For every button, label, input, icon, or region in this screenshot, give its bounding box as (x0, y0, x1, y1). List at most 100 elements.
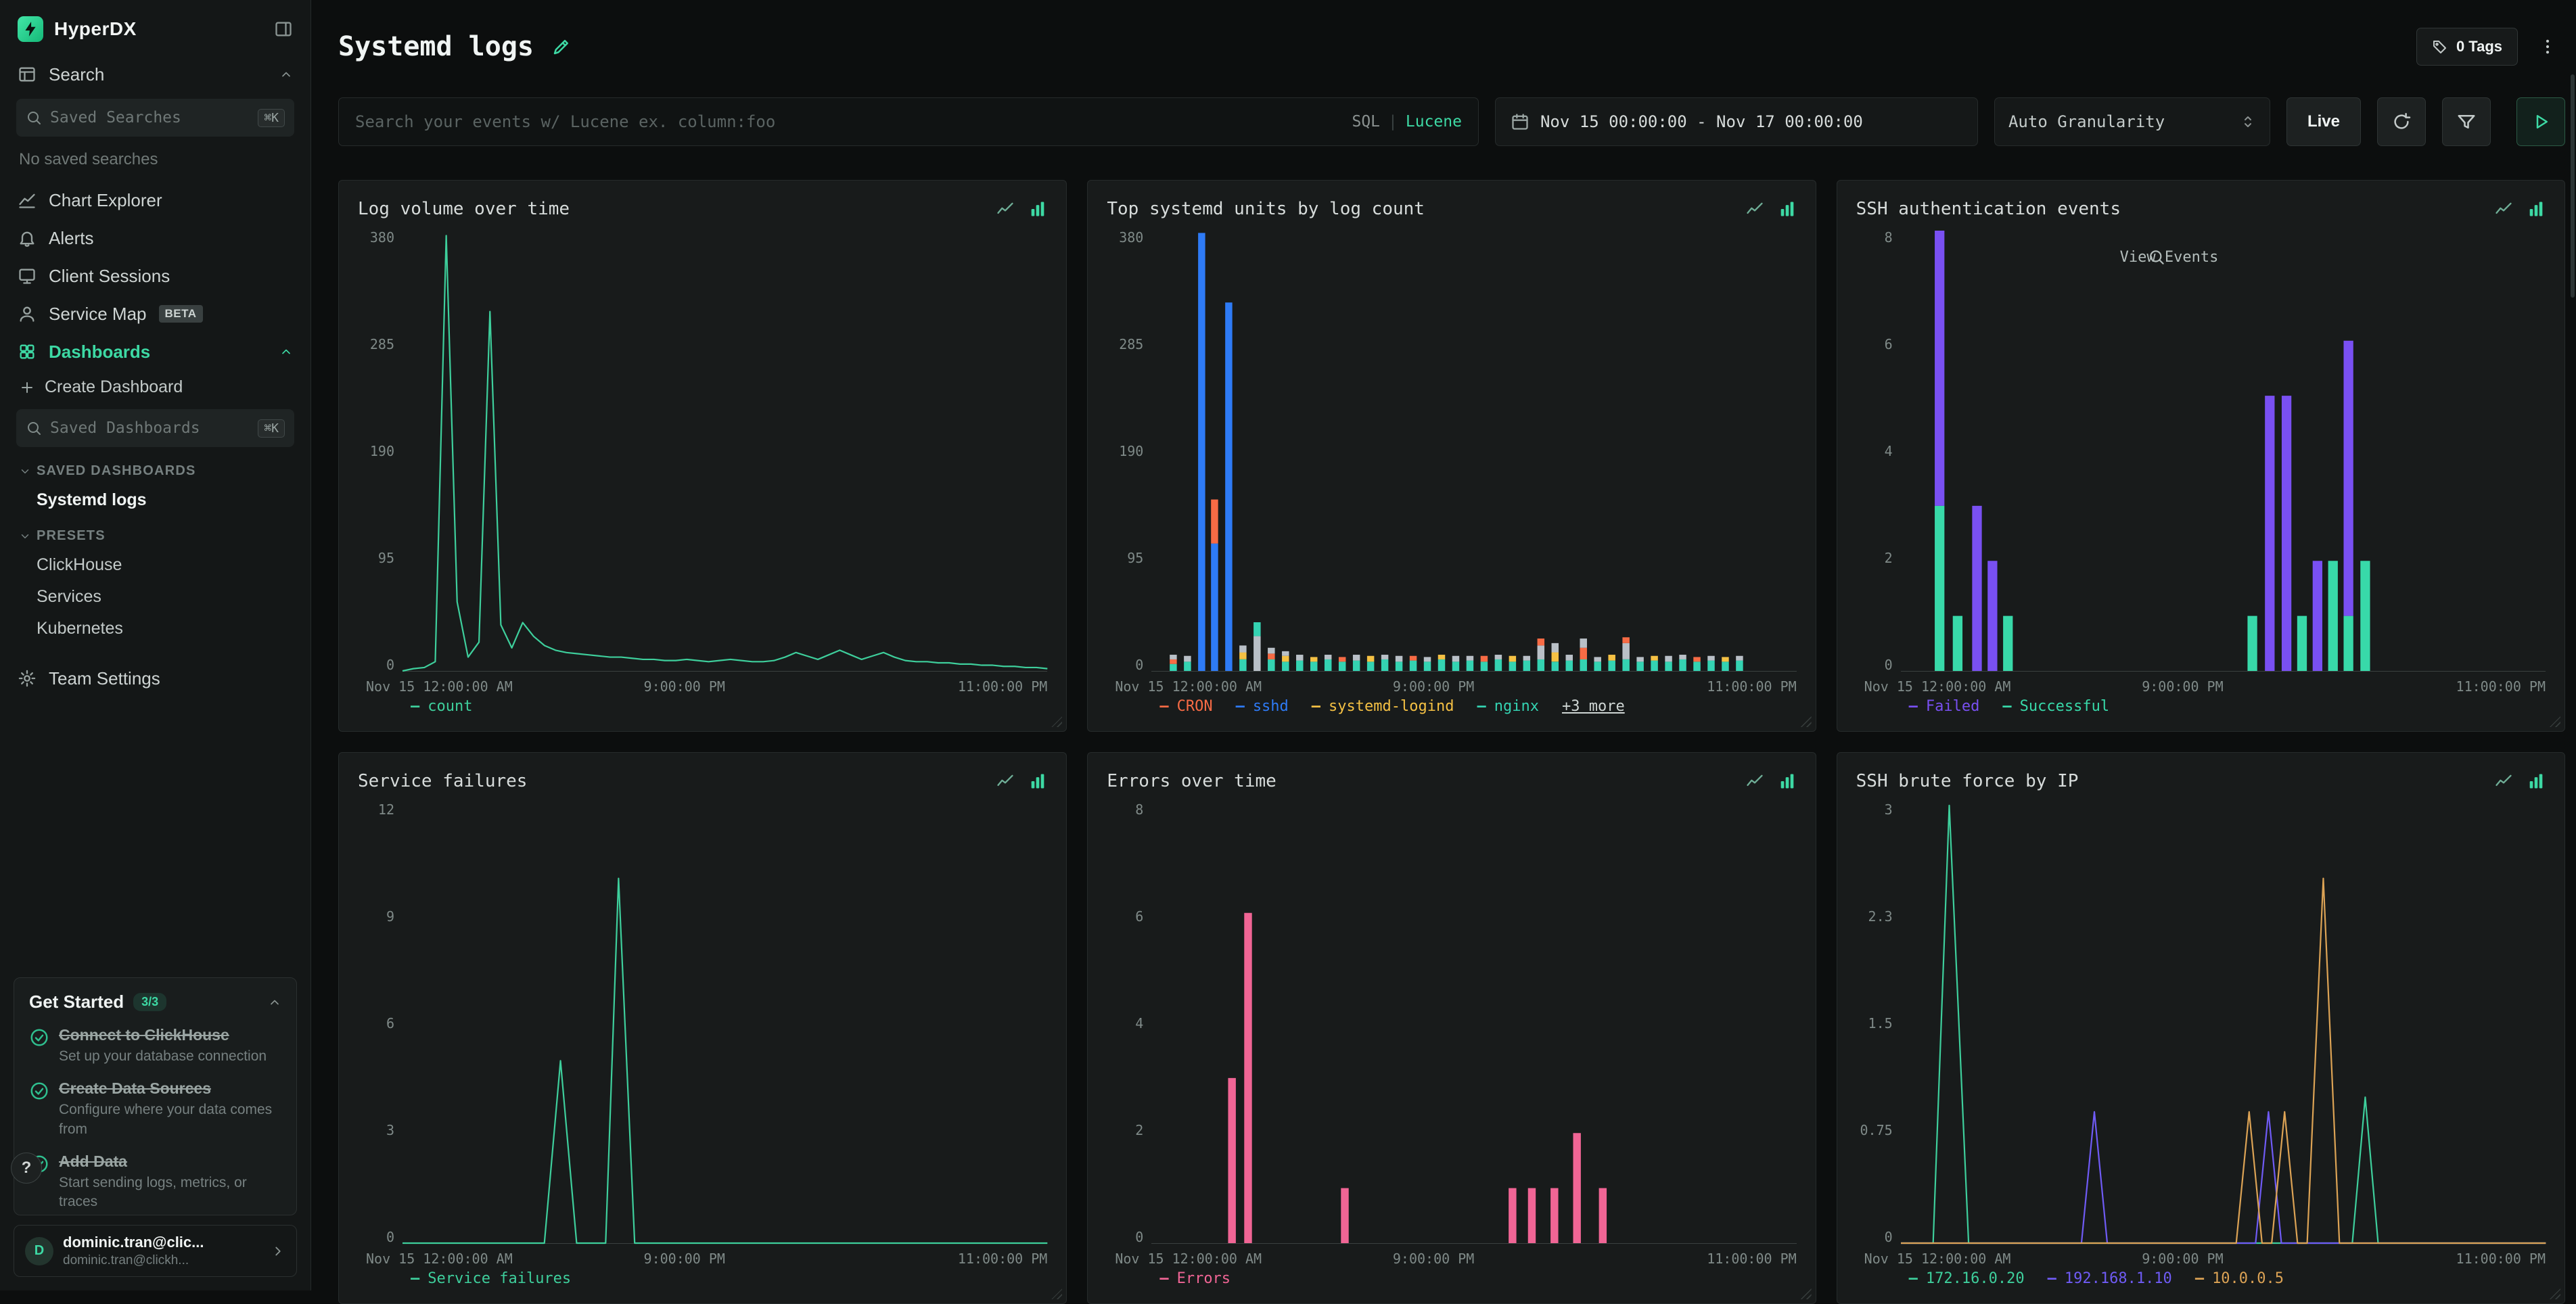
collapse-sidebar-icon[interactable] (274, 20, 293, 39)
legend-item[interactable]: —nginx (1477, 698, 1538, 715)
live-button[interactable]: Live (2286, 97, 2361, 146)
lang-sql-toggle[interactable]: SQL (1352, 113, 1380, 131)
sidebar-item-dashboards[interactable]: Dashboards (0, 333, 310, 371)
legend-item[interactable]: —sshd (1236, 698, 1289, 715)
sidebar-item-alerts[interactable]: Alerts (0, 219, 310, 257)
x-tick: Nov 15 12:00:00 AM (1115, 1251, 1262, 1267)
bar-chart-icon[interactable] (2527, 772, 2546, 791)
get-started-step[interactable]: Create Data Sources Configure where your… (29, 1079, 281, 1139)
refresh-button[interactable] (2377, 97, 2426, 146)
legend-more-link[interactable]: +3 more (1562, 698, 1625, 715)
get-started-step[interactable]: Connect to ClickHouse Set up your databa… (29, 1026, 281, 1066)
legend-item[interactable]: —Service failures (411, 1270, 571, 1287)
resize-handle[interactable] (2550, 716, 2560, 727)
help-button[interactable]: ? (11, 1152, 42, 1184)
chart-plot[interactable] (1151, 231, 1796, 672)
chevron-up-icon[interactable] (268, 996, 281, 1009)
chart-body: 32.31.50.750 (1856, 803, 2546, 1244)
saved-searches-input[interactable] (50, 109, 250, 126)
legend-label: Failed (1926, 698, 1979, 715)
create-dashboard-button[interactable]: Create Dashboard (0, 371, 310, 404)
saved-searches-box[interactable]: ⌘K (16, 99, 294, 137)
no-saved-searches-note: No saved searches (0, 141, 310, 181)
line-chart-icon[interactable] (2494, 200, 2513, 218)
sidebar-item-label: Search (49, 64, 104, 85)
sidebar-section-search[interactable]: Search (0, 55, 310, 93)
user-menu[interactable]: D dominic.tran@clic... dominic.tran@clic… (14, 1225, 297, 1277)
step-title: Add Data (59, 1152, 281, 1171)
y-tick: 0 (386, 658, 394, 672)
chart-plot[interactable] (1151, 803, 1796, 1244)
preset-item-clickhouse[interactable]: ClickHouse (0, 549, 310, 581)
bar-chart-icon[interactable] (2527, 200, 2546, 218)
legend-item[interactable]: —count (411, 698, 472, 715)
x-tick: Nov 15 12:00:00 AM (1864, 678, 2011, 695)
lang-lucene-toggle[interactable]: Lucene (1406, 113, 1462, 131)
line-chart-icon[interactable] (1745, 200, 1764, 218)
check-circle-icon (29, 1027, 49, 1048)
dashboard-item-systemd-logs[interactable]: Systemd logs (0, 484, 310, 516)
filter-button[interactable] (2442, 97, 2491, 146)
time-range-picker[interactable]: Nov 15 00:00:00 - Nov 17 00:00:00 (1495, 97, 1978, 146)
presets-section-header[interactable]: PRESETS (0, 516, 310, 549)
sidebar-item-service-map[interactable]: Service Map BETA (0, 295, 310, 333)
bar-chart-icon[interactable] (1778, 200, 1797, 218)
sidebar-item-client-sessions[interactable]: Client Sessions (0, 257, 310, 295)
page-scrollbar[interactable] (2571, 74, 2575, 298)
chart-plot[interactable] (1901, 803, 2546, 1244)
bar-chart-icon[interactable] (1028, 772, 1047, 791)
legend-item[interactable]: —172.16.0.20 (1909, 1270, 2025, 1287)
granularity-select[interactable]: Auto Granularity (1994, 97, 2270, 146)
chart-plot[interactable]: View Events (1901, 231, 2546, 672)
legend-dash: — (1236, 698, 1245, 715)
resize-handle[interactable] (1801, 1288, 1812, 1299)
sidebar-item-chart-explorer[interactable]: Chart Explorer (0, 181, 310, 219)
view-events-button[interactable]: View Events (2094, 248, 2219, 266)
bar-chart-icon[interactable] (1028, 200, 1047, 218)
bar-chart-icon[interactable] (1778, 772, 1797, 791)
saved-dashboards-box[interactable]: ⌘K (16, 409, 294, 447)
chart-plot[interactable] (402, 803, 1047, 1244)
legend-dash: — (411, 1270, 419, 1287)
y-tick: 380 (370, 231, 394, 244)
dashboards-icon (18, 342, 37, 361)
legend-dash: — (1909, 698, 1918, 715)
chart-panel-service-failures: Service failures129630Nov 15 12:00:00 AM… (338, 752, 1067, 1304)
legend-item[interactable]: —192.168.1.10 (2048, 1270, 2172, 1287)
more-options-button[interactable] (2530, 28, 2565, 66)
y-tick: 6 (1135, 910, 1143, 923)
sidebar-item-team-settings[interactable]: Team Settings (0, 659, 310, 697)
resize-handle[interactable] (1051, 1288, 1062, 1299)
resize-handle[interactable] (1051, 716, 1062, 727)
resize-handle[interactable] (2550, 1288, 2560, 1299)
y-axis: 129630 (358, 803, 402, 1244)
edit-title-icon[interactable] (551, 37, 572, 57)
run-query-button[interactable] (2516, 97, 2565, 146)
saved-dashboards-section-header[interactable]: SAVED DASHBOARDS (0, 451, 310, 484)
chart-plot[interactable] (402, 231, 1047, 672)
line-chart-icon[interactable] (996, 772, 1015, 791)
resize-handle[interactable] (1801, 716, 1812, 727)
legend-item[interactable]: —systemd-logind (1312, 698, 1454, 715)
legend-item[interactable]: —CRON (1159, 698, 1212, 715)
legend-item[interactable]: — Failed (1909, 698, 1980, 715)
page-title: Systemd logs (338, 31, 534, 62)
legend-item[interactable]: —10.0.0.5 (2195, 1270, 2284, 1287)
event-search-input[interactable] (355, 112, 1341, 131)
legend-item[interactable]: —Successful (2002, 698, 2109, 715)
line-chart-icon[interactable] (2494, 772, 2513, 791)
preset-item-services[interactable]: Services (0, 581, 310, 613)
line-chart-icon[interactable] (996, 200, 1015, 218)
x-axis: Nov 15 12:00:00 AM9:00:00 PM11:00:00 PM (411, 1244, 1047, 1265)
line-chart-icon[interactable] (1745, 772, 1764, 791)
avatar: D (25, 1237, 53, 1265)
preset-item-kubernetes[interactable]: Kubernetes (0, 613, 310, 645)
saved-dashboards-input[interactable] (50, 419, 250, 437)
get-started-step[interactable]: Add Data Start sending logs, metrics, or… (29, 1152, 281, 1212)
legend-label: count (428, 698, 472, 715)
legend-item[interactable]: —Errors (1159, 1270, 1230, 1287)
chart-type-toggles (2494, 772, 2546, 791)
chart-panel-ssh-authentication-events: SSH authentication events86420View Event… (1837, 180, 2565, 732)
tags-button[interactable]: 0 Tags (2416, 28, 2518, 66)
chart-header: SSH brute force by IP (1856, 769, 2546, 793)
